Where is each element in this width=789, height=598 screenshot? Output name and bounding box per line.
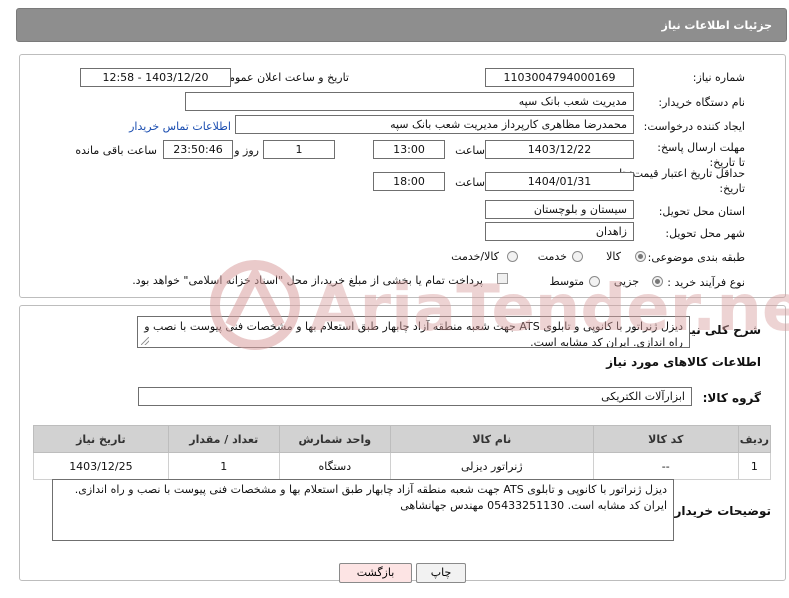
province-label: استان محل تحویل: [658, 205, 745, 218]
col-code: کد کالا [592, 425, 739, 453]
reply-time-field: 13:00 [373, 140, 445, 159]
province-field: سیستان و بلوچستان [485, 200, 634, 219]
col-date: تاریخ نیاز [33, 425, 169, 453]
time-remaining-label: ساعت باقی مانده [75, 144, 157, 157]
cell-qty: 1 [167, 452, 280, 480]
treasury-payment-note: پرداخت تمام یا بخشی از مبلغ خرید،از محل … [132, 274, 483, 287]
goods-group-field: ابزارآلات الکتریکی [138, 387, 692, 406]
category-option-service: خدمت [537, 250, 567, 263]
col-name: نام کالا [389, 425, 594, 453]
resize-grip-icon [141, 337, 149, 345]
category-radio-goods[interactable] [635, 251, 646, 262]
category-radio-service[interactable] [572, 251, 583, 262]
goods-table-header: ردیف کد کالا نام کالا واحد شمارش تعداد /… [33, 425, 772, 453]
goods-table: ردیف کد کالا نام کالا واحد شمارش تعداد /… [33, 425, 772, 480]
treasury-payment-checkbox[interactable] [497, 273, 508, 284]
back-button[interactable]: بازگشت [339, 563, 412, 583]
price-date-field: 1404/01/31 [485, 172, 634, 191]
category-option-goods: کالا [606, 250, 621, 263]
reply-date-field: 1403/12/22 [485, 140, 634, 159]
print-button[interactable]: چاپ [416, 563, 466, 583]
price-time-label: ساعت [455, 176, 485, 189]
announce-date-label: تاریخ و ساعت اعلان عمومی: [216, 71, 349, 84]
buyer-notes-label: توضیحات خریدار: [669, 504, 771, 518]
cell-name: ژنراتور دیزلی [389, 452, 594, 480]
description-textarea: دیزل ژنراتور با کانوپی و تابلوی ATS جهت … [137, 316, 690, 348]
buyer-org-field: مدیریت شعب بانک سپه [185, 92, 634, 111]
buyer-notes-textarea: دیزل ژنراتور با کانوپی و تابلوی ATS جهت … [52, 479, 674, 541]
time-remaining-field: 23:50:46 [163, 140, 233, 159]
page-title: جزئیات اطلاعات نیاز [661, 19, 773, 32]
goods-section-title: اطلاعات کالاهای مورد نیاز [606, 355, 761, 369]
need-number-field: 1103004794000169 [485, 68, 634, 87]
city-field: زاهدان [485, 222, 634, 241]
price-time-field: 18:00 [373, 172, 445, 191]
col-row: ردیف [737, 425, 772, 453]
col-qty: تعداد / مقدار [167, 425, 280, 453]
price-validity-label: حداقل تاریخ اعتبار قیمت: تا تاریخ: [619, 167, 745, 195]
process-option-medium: متوسط [549, 275, 584, 288]
cell-date: 1403/12/25 [33, 452, 169, 480]
buyer-contact-link[interactable]: اطلاعات تماس خریدار [129, 120, 231, 133]
buyer-org-label: نام دستگاه خریدار: [658, 96, 745, 109]
process-radio-medium[interactable] [589, 276, 600, 287]
days-remaining-field: 1 [263, 140, 335, 159]
announce-date-field: 1403/12/20 - 12:58 [80, 68, 231, 87]
description-text: دیزل ژنراتور با کانوپی و تابلوی ATS جهت … [144, 320, 683, 348]
page-header: جزئیات اطلاعات نیاز [16, 8, 787, 42]
cell-code: -- [592, 452, 739, 480]
col-unit: واحد شمارش [278, 425, 391, 453]
category-label: طبقه بندی موضوعی: [647, 251, 745, 264]
cell-row: 1 [737, 452, 772, 480]
reply-time-label: ساعت [455, 144, 485, 157]
creator-field: محمدرضا مظاهری کارپرداز مدیریت شعب بانک … [235, 115, 634, 134]
table-row: 1 -- ژنراتور دیزلی دستگاه 1 1403/12/25 [33, 452, 772, 480]
days-label: روز و [234, 144, 259, 157]
process-option-minor: جزیی [613, 275, 639, 288]
process-radio-minor[interactable] [652, 276, 663, 287]
goods-group-label: گروه کالا: [702, 391, 761, 405]
process-type-label: نوع فرآیند خرید : [667, 276, 745, 289]
cell-unit: دستگاه [278, 452, 391, 480]
city-label: شهر محل تحویل: [665, 227, 745, 240]
category-option-goods-service: کالا/خدمت [451, 250, 499, 263]
buyer-notes-text: دیزل ژنراتور با کانوپی و تابلوی ATS جهت … [74, 483, 667, 512]
category-radio-goods-service[interactable] [507, 251, 518, 262]
need-number-label: شماره نیاز: [692, 71, 745, 84]
creator-label: ایجاد کننده درخواست: [643, 120, 745, 133]
